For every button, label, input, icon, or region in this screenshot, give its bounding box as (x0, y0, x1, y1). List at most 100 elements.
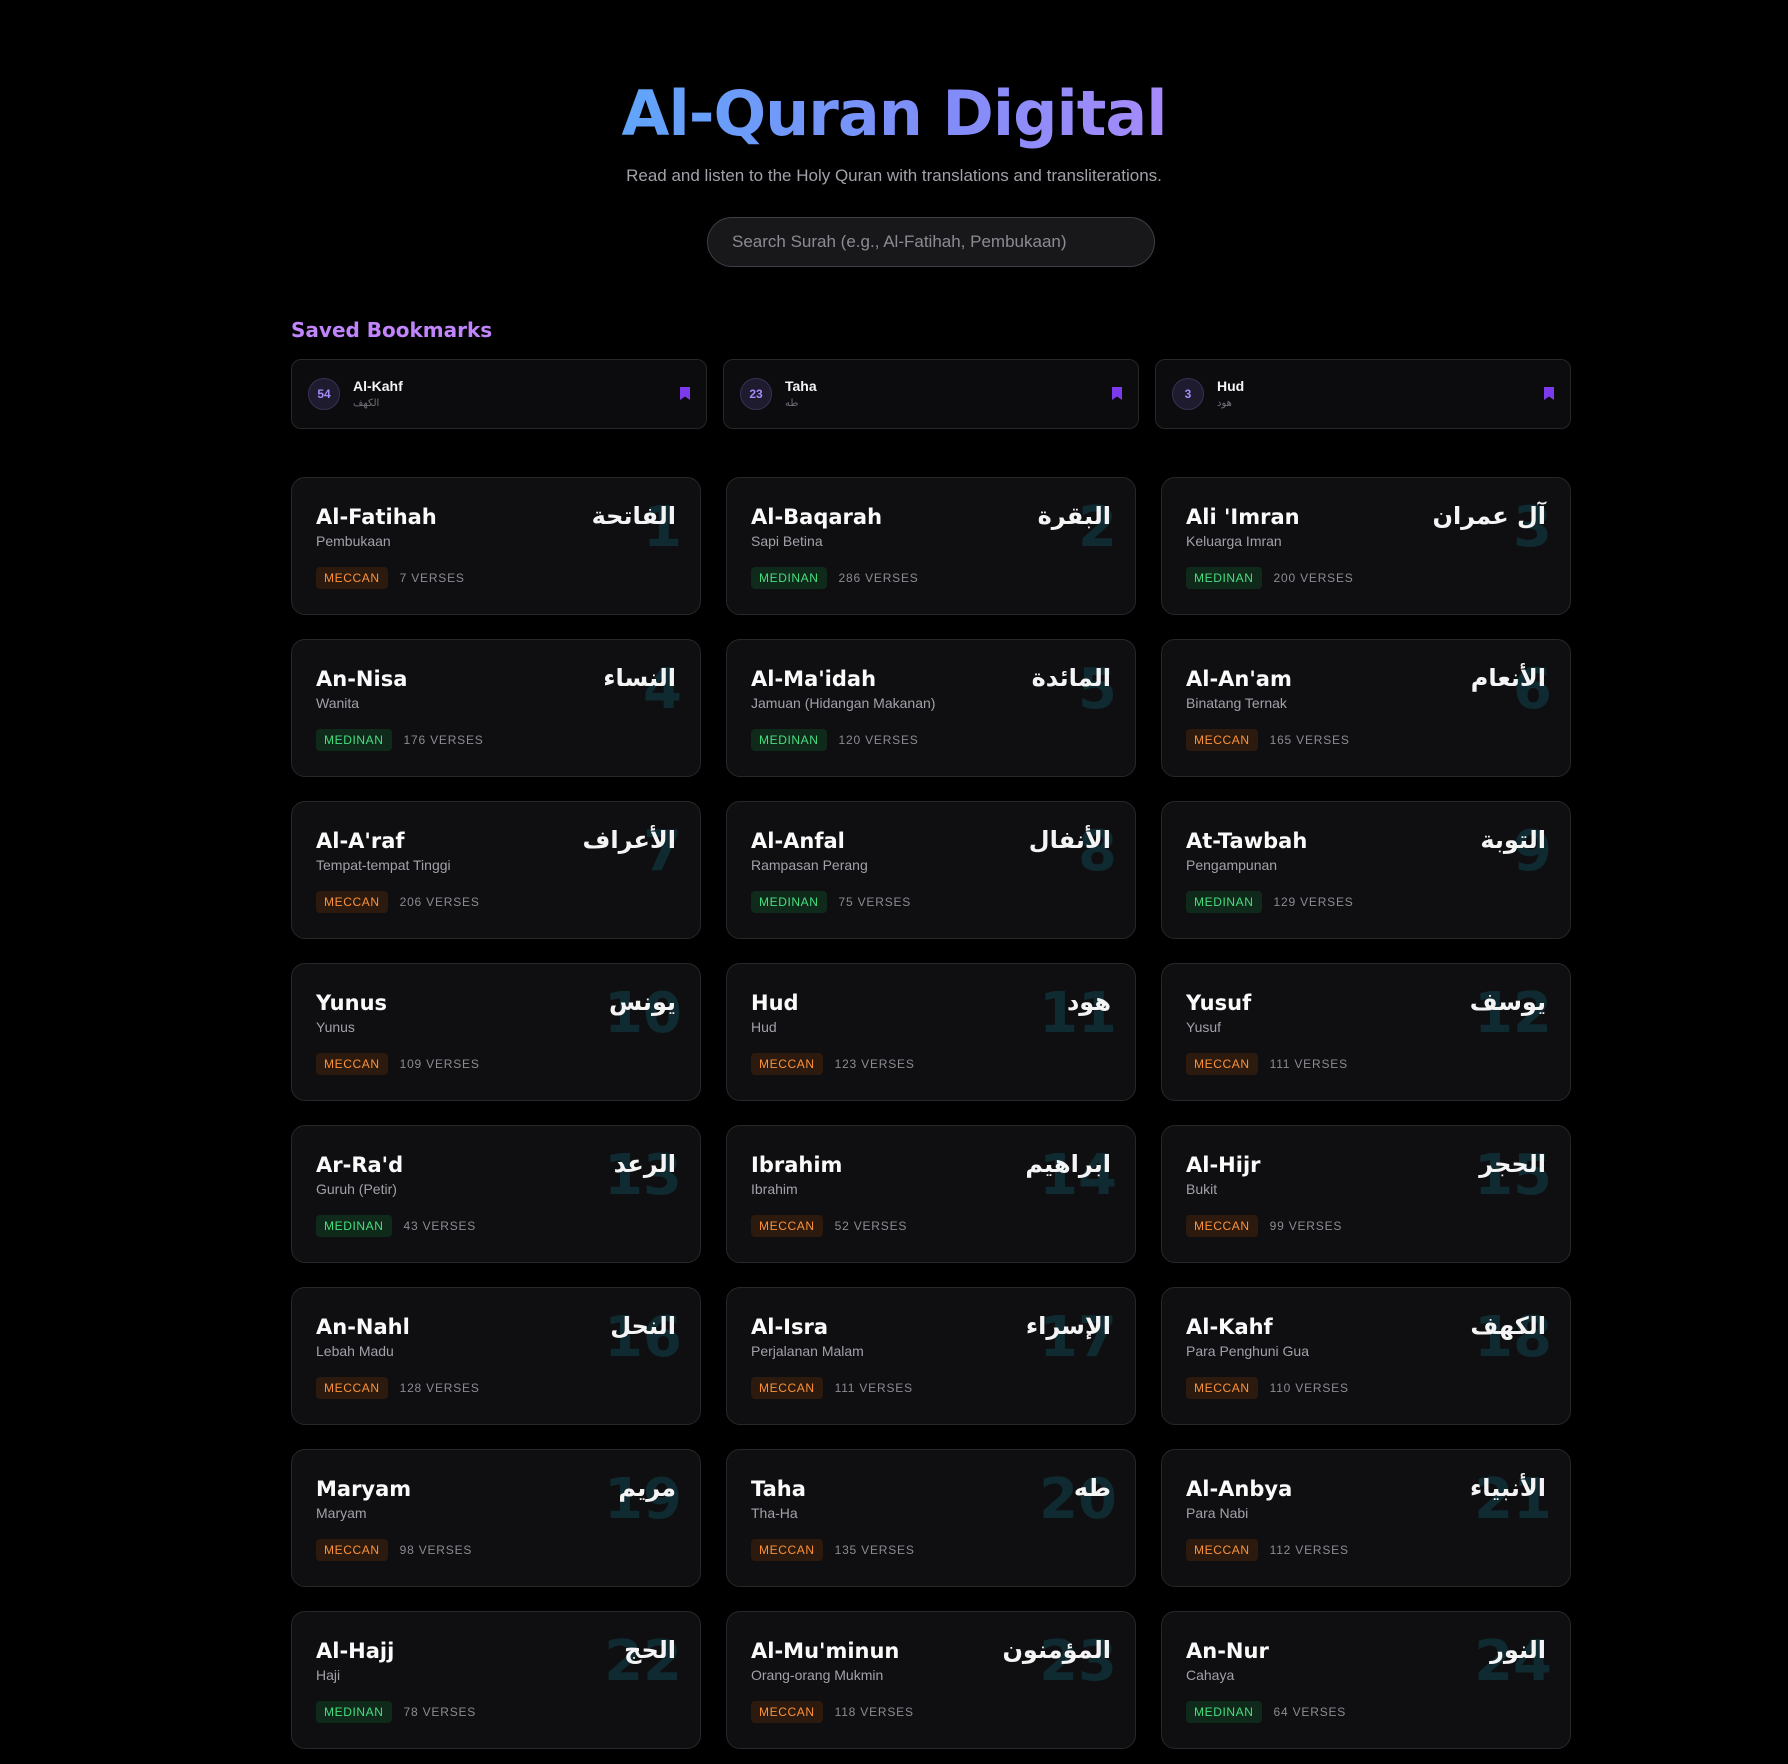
surah-meta: MEDINAN 286 VERSES (751, 567, 919, 589)
bookmark-arabic: طه (785, 398, 799, 409)
revelation-badge: MECCAN (316, 1053, 388, 1075)
surah-meta: MECCAN 118 VERSES (751, 1701, 914, 1723)
surah-arabic-name: الرعد (613, 1150, 676, 1178)
bookmarks-list: 54 Al-Kahf الكهف 23 Taha طه 3 Hud هود (291, 359, 1571, 429)
bookmark-name: Hud (1217, 378, 1245, 394)
surah-card[interactable]: 24 النور An-Nur Cahaya MEDINAN 64 VERSES (1161, 1611, 1571, 1749)
verse-count: 43 VERSES (403, 1219, 477, 1233)
surah-meta: MEDINAN 200 VERSES (1186, 567, 1354, 589)
surah-card[interactable]: 23 المؤمنون Al-Mu'minun Orang-orang Mukmin M… (726, 1611, 1136, 1749)
surah-arabic-name: الكهف (1470, 1312, 1546, 1340)
surah-card[interactable]: 9 التوبة At-Tawbah Pengampunan MEDINAN 129 VE… (1161, 801, 1571, 939)
surah-arabic-name: مريم (618, 1474, 676, 1502)
surah-meta: MECCAN 112 VERSES (1186, 1539, 1349, 1561)
surah-meta: MECCAN 109 VERSES (316, 1053, 480, 1075)
revelation-badge: MECCAN (751, 1539, 823, 1561)
surah-name: Maryam (316, 1477, 412, 1501)
surah-card[interactable]: 1 الفاتحة Al-Fatihah Pembukaan MECCAN 7 VERSE… (291, 477, 701, 615)
surah-arabic-name: يوسف (1469, 988, 1546, 1016)
verse-count: 52 VERSES (834, 1219, 908, 1233)
surah-name: Hud (751, 991, 799, 1015)
surah-meta: MEDINAN 64 VERSES (1186, 1701, 1346, 1723)
surah-name: Al-Anbya (1186, 1477, 1293, 1501)
surah-meta: MECCAN 110 VERSES (1186, 1377, 1349, 1399)
surah-card[interactable]: 11 هود Hud Hud MECCAN 123 VERSES (726, 963, 1136, 1101)
surah-card[interactable]: 21 الأنبياء Al-Anbya Para Nabi MECCAN 112 VER… (1161, 1449, 1571, 1587)
page-header: Al-Quran Digital Read and listen to the … (0, 72, 1788, 186)
surah-translation: Para Penghuni Gua (1186, 1343, 1309, 1359)
surah-card[interactable]: 22 الحج Al-Hajj Haji MEDINAN 78 VERSES (291, 1611, 701, 1749)
bookmarks-heading: Saved Bookmarks (291, 318, 493, 342)
revelation-badge: MECCAN (316, 567, 388, 589)
surah-card[interactable]: 6 الأنعام Al-An'am Binatang Ternak MECCAN 165… (1161, 639, 1571, 777)
surah-card[interactable]: 19 مريم Maryam Maryam MECCAN 98 VERSES (291, 1449, 701, 1587)
surah-translation: Maryam (316, 1505, 367, 1521)
surah-card[interactable]: 13 الرعد Ar-Ra'd Guruh (Petir) MEDINAN 43 VER… (291, 1125, 701, 1263)
bookmark-card[interactable]: 54 Al-Kahf الكهف (291, 359, 707, 429)
bookmark-card[interactable]: 23 Taha طه (723, 359, 1139, 429)
surah-translation: Haji (316, 1667, 341, 1683)
search-input[interactable] (707, 217, 1155, 267)
surah-arabic-name: التوبة (1480, 826, 1546, 854)
surah-meta: MEDINAN 78 VERSES (316, 1701, 476, 1723)
bookmark-card[interactable]: 3 Hud هود (1155, 359, 1571, 429)
verse-count: 109 VERSES (399, 1057, 480, 1071)
surah-translation: Keluarga Imran (1186, 533, 1282, 549)
surah-arabic-name: الأعراف (582, 826, 676, 854)
surah-card[interactable]: 16 النحل An-Nahl Lebah Madu MECCAN 128 VERSES (291, 1287, 701, 1425)
surah-card[interactable]: 8 الأنفال Al-Anfal Rampasan Perang MEDINAN 75… (726, 801, 1136, 939)
surah-card[interactable]: 12 يوسف Yusuf Yusuf MECCAN 111 VERSES (1161, 963, 1571, 1101)
surah-name: At-Tawbah (1186, 829, 1308, 853)
verse-count: 200 VERSES (1273, 571, 1354, 585)
revelation-badge: MEDINAN (751, 891, 827, 913)
surah-card[interactable]: 3 آل عمران Ali 'Imran Keluarga Imran MEDINAN… (1161, 477, 1571, 615)
revelation-badge: MEDINAN (1186, 567, 1262, 589)
surah-arabic-name: المائدة (1031, 664, 1111, 692)
verse-count: 128 VERSES (399, 1381, 480, 1395)
surah-card[interactable]: 14 ابراهيم Ibrahim Ibrahim MECCAN 52 VERSES (726, 1125, 1136, 1263)
surah-card[interactable]: 4 النساء An-Nisa Wanita MEDINAN 176 VERSES (291, 639, 701, 777)
revelation-badge: MECCAN (751, 1377, 823, 1399)
revelation-badge: MEDINAN (316, 1701, 392, 1723)
surah-translation: Ibrahim (751, 1181, 798, 1197)
surah-meta: MECCAN 99 VERSES (1186, 1215, 1342, 1237)
surah-card[interactable]: 10 يونس Yunus Yunus MECCAN 109 VERSES (291, 963, 701, 1101)
surah-translation: Para Nabi (1186, 1505, 1249, 1521)
surah-name: Al-Anfal (751, 829, 845, 853)
surah-card[interactable]: 7 الأعراف Al-A'raf Tempat-tempat Tinggi MECC… (291, 801, 701, 939)
surah-arabic-name: البقرة (1037, 502, 1111, 530)
surah-translation: Perjalanan Malam (751, 1343, 864, 1359)
surah-arabic-name: يونس (609, 988, 676, 1016)
surah-translation: Rampasan Perang (751, 857, 868, 873)
surah-meta: MECCAN 165 VERSES (1186, 729, 1350, 751)
verse-count: 98 VERSES (399, 1543, 473, 1557)
verse-count: 7 VERSES (399, 571, 465, 585)
surah-arabic-name: الفاتحة (591, 502, 676, 530)
surah-translation: Wanita (316, 695, 360, 711)
surah-arabic-name: الأنعام (1470, 664, 1546, 692)
surah-card[interactable]: 5 المائدة Al-Ma'idah Jamuan (Hidangan Makan… (726, 639, 1136, 777)
surah-meta: MECCAN 111 VERSES (1186, 1053, 1348, 1075)
verse-count: 206 VERSES (399, 895, 480, 909)
surah-arabic-name: طه (1073, 1474, 1111, 1502)
bookmark-arabic: هود (1217, 398, 1232, 409)
surah-arabic-name: الحجر (1479, 1150, 1546, 1178)
bookmark-icon[interactable] (680, 387, 690, 400)
surah-arabic-name: آل عمران (1432, 502, 1546, 530)
surah-translation: Cahaya (1186, 1667, 1235, 1683)
surah-card[interactable]: 15 الحجر Al-Hijr Bukit MECCAN 99 VERSES (1161, 1125, 1571, 1263)
revelation-badge: MEDINAN (751, 567, 827, 589)
bookmark-icon[interactable] (1544, 387, 1554, 400)
surah-card[interactable]: 20 طه Taha Tha-Ha MECCAN 135 VERSES (726, 1449, 1136, 1587)
surah-meta: MECCAN 111 VERSES (751, 1377, 913, 1399)
verse-count: 111 VERSES (834, 1381, 913, 1395)
surah-card[interactable]: 18 الكهف Al-Kahf Para Penghuni Gua MECCAN 110… (1161, 1287, 1571, 1425)
revelation-badge: MECCAN (1186, 1377, 1258, 1399)
surah-card[interactable]: 17 الإسراء Al-Isra Perjalanan Malam MECCAN 11… (726, 1287, 1136, 1425)
surah-name: Ibrahim (751, 1153, 843, 1177)
surah-translation: Bukit (1186, 1181, 1218, 1197)
surah-card[interactable]: 2 البقرة Al-Baqarah Sapi Betina MEDINAN 286 V… (726, 477, 1136, 615)
bookmark-icon[interactable] (1112, 387, 1122, 400)
revelation-badge: MEDINAN (1186, 891, 1262, 913)
surah-meta: MECCAN 135 VERSES (751, 1539, 915, 1561)
